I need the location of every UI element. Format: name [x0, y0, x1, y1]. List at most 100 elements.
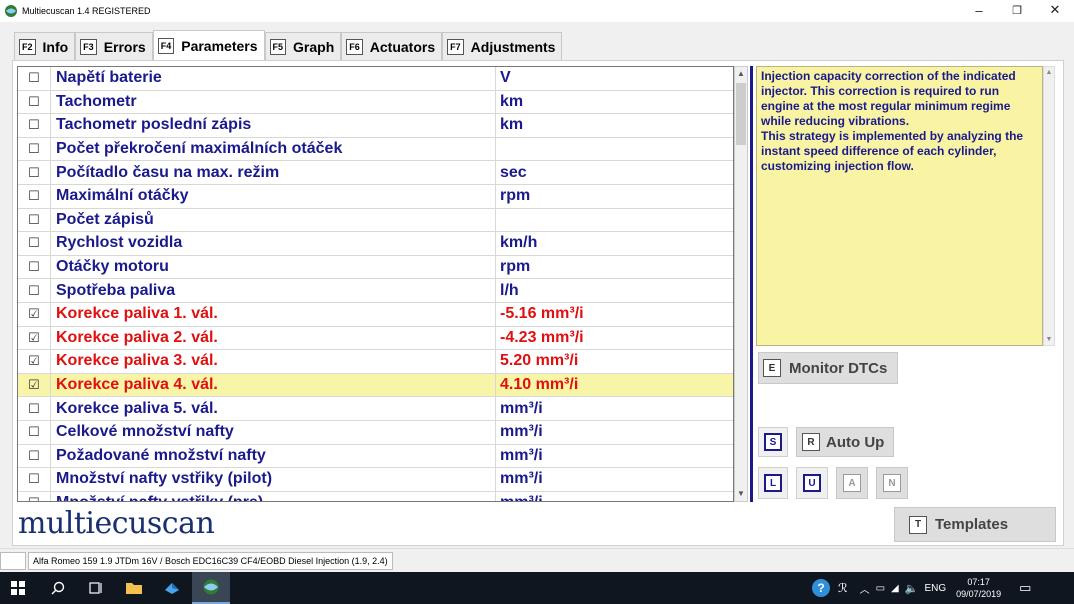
tab-label: Adjustments — [470, 38, 556, 55]
row-checkbox[interactable]: ☑ — [18, 350, 51, 373]
wifi-icon[interactable]: ◢ — [891, 583, 899, 594]
button-label: Templates — [935, 516, 1009, 533]
table-row[interactable]: ☑ Korekce paliva 1. vál. -5.16 mm³/i — [18, 302, 733, 327]
button-label: Auto Up — [826, 433, 885, 451]
hotkey-badge: N — [883, 474, 901, 492]
table-row[interactable]: ☐ Korekce paliva 5. vál. mm³/i — [18, 397, 733, 421]
parameter-scrollbar[interactable]: ▲ ▼ — [734, 66, 748, 502]
tab-adjustments[interactable]: F7 Adjustments — [442, 32, 563, 60]
volume-icon[interactable]: 🔈 — [905, 582, 919, 595]
row-checkbox[interactable]: ☑ — [18, 302, 51, 326]
tab-label: Actuators — [369, 38, 436, 55]
row-checkbox[interactable]: ☐ — [18, 114, 51, 137]
parameter-name: Korekce paliva 2. vál. — [51, 326, 496, 350]
table-row[interactable]: ☐ Počítadlo času na max. režim sec — [18, 161, 733, 185]
tab-graph[interactable]: F5 Graph — [264, 32, 342, 60]
parameter-name: Množství nafty vstřiky (pilot) — [51, 468, 496, 491]
table-row[interactable]: ☐ Spotřeba paliva l/h — [18, 279, 733, 303]
restore-button[interactable]: ❐ — [998, 0, 1036, 20]
table-row[interactable]: ☑ Korekce paliva 3. vál. 5.20 mm³/i — [18, 350, 733, 374]
table-row[interactable]: ☐ Množství nafty vstřiky (pilot) mm³/i — [18, 468, 733, 492]
people-icon[interactable]: ℛ — [838, 581, 848, 595]
windows-start-icon[interactable] — [0, 572, 36, 604]
parameter-value: mm³/i — [500, 446, 543, 464]
row-checkbox[interactable]: ☐ — [18, 208, 51, 232]
templates-button[interactable]: T Templates — [894, 507, 1056, 542]
notification-icon[interactable]: ▭ — [1019, 580, 1031, 596]
table-row[interactable]: ☐ Tachometr poslední zápis km — [18, 114, 733, 138]
row-checkbox[interactable]: ☐ — [18, 67, 51, 90]
table-row[interactable]: ☑ Korekce paliva 2. vál. -4.23 mm³/i — [18, 326, 733, 351]
n-button[interactable]: N — [876, 467, 908, 499]
multiecuscan-taskbar-icon[interactable] — [192, 572, 230, 604]
clock-date: 09/07/2019 — [956, 589, 1002, 599]
parameter-value: rpm — [500, 187, 531, 205]
row-checkbox[interactable]: ☐ — [18, 468, 51, 491]
scroll-up-icon[interactable]: ▲ — [735, 67, 747, 81]
table-row[interactable]: ☐ Počet zápisů — [18, 208, 733, 233]
row-checkbox[interactable]: ☐ — [18, 232, 51, 255]
table-row[interactable]: ☐Množství nafty vstřiky (pre)mm³/i — [18, 491, 733, 501]
hotkey-badge: U — [803, 474, 821, 492]
app-shortcut-icon[interactable] — [154, 572, 190, 604]
row-checkbox[interactable]: ☐ — [18, 420, 51, 444]
row-checkbox[interactable]: ☐ — [18, 255, 51, 279]
l-button[interactable]: L — [758, 467, 788, 499]
hotkey-badge: T — [909, 515, 927, 534]
clock[interactable]: 07:17 09/07/2019 — [956, 576, 1001, 600]
row-checkbox[interactable]: ☐ — [18, 90, 51, 114]
a-button[interactable]: A — [836, 467, 868, 499]
chevron-up-icon[interactable]: ︿ — [860, 581, 870, 596]
scroll-down-icon[interactable]: ▼ — [1044, 336, 1054, 343]
vehicle-info: Alfa Romeo 159 1.9 JTDm 16V / Bosch EDC1… — [28, 552, 393, 570]
help-icon[interactable]: ? — [812, 579, 830, 597]
parameter-name: Počet překročení maximálních otáček — [51, 137, 496, 161]
table-row[interactable]: ☐ Napětí baterie V — [18, 67, 733, 91]
row-checkbox[interactable]: ☐ — [18, 397, 51, 420]
parameter-value: rpm — [500, 258, 531, 276]
task-view-icon[interactable] — [78, 572, 114, 604]
row-checkbox[interactable]: ☑ — [18, 373, 51, 397]
scroll-up-icon[interactable]: ▲ — [1044, 69, 1054, 76]
app-logo-icon — [5, 5, 17, 17]
row-checkbox[interactable]: ☑ — [18, 326, 51, 350]
parameter-name: Korekce paliva 3. vál. — [51, 350, 496, 373]
scroll-thumb[interactable] — [736, 83, 746, 145]
minimize-button[interactable]: – — [960, 0, 998, 20]
tab-info[interactable]: F2 Info — [14, 32, 76, 60]
button-label: Monitor DTCs — [789, 359, 888, 377]
row-checkbox[interactable]: ☐ — [18, 491, 51, 501]
scroll-down-icon[interactable]: ▼ — [735, 487, 747, 501]
table-row[interactable]: ☐ Celkové množství nafty mm³/i — [18, 420, 733, 445]
hotkey-badge: L — [764, 474, 782, 492]
parameter-name: Tachometr poslední zápis — [51, 114, 496, 137]
tab-errors[interactable]: F3 Errors — [75, 32, 153, 60]
search-icon[interactable] — [40, 572, 76, 604]
description-scrollbar[interactable]: ▲ ▼ — [1043, 66, 1055, 346]
row-checkbox[interactable]: ☐ — [18, 444, 51, 468]
language-indicator[interactable]: ENG — [924, 583, 946, 594]
battery-icon[interactable]: ▭ — [876, 583, 885, 594]
parameter-value: mm³/i — [500, 423, 543, 441]
splitter[interactable] — [750, 66, 753, 502]
close-button[interactable]: ✕ — [1036, 0, 1074, 20]
tab-actuators[interactable]: F6 Actuators — [341, 32, 443, 60]
table-row[interactable]: ☐ Požadované množství nafty mm³/i — [18, 444, 733, 469]
row-checkbox[interactable]: ☐ — [18, 279, 51, 302]
tab-parameters[interactable]: F4 Parameters — [152, 30, 265, 60]
auto-up-button[interactable]: R Auto Up — [796, 427, 894, 457]
u-button[interactable]: U — [796, 467, 828, 499]
monitor-dtcs-button[interactable]: E Monitor DTCs — [758, 352, 898, 384]
row-checkbox[interactable]: ☐ — [18, 137, 51, 161]
s-button[interactable]: S — [758, 427, 788, 457]
window-title: Multiecuscan 1.4 REGISTERED — [22, 6, 151, 16]
table-row[interactable]: ☐ Počet překročení maximálních otáček — [18, 137, 733, 162]
table-row[interactable]: ☐ Maximální otáčky rpm — [18, 184, 733, 209]
row-checkbox[interactable]: ☐ — [18, 184, 51, 208]
table-row[interactable]: ☑ Korekce paliva 4. vál. 4.10 mm³/i — [18, 373, 733, 398]
row-checkbox[interactable]: ☐ — [18, 161, 51, 184]
table-row[interactable]: ☐ Rychlost vozidla km/h — [18, 232, 733, 256]
file-explorer-icon[interactable] — [116, 572, 152, 604]
table-row[interactable]: ☐ Tachometr km — [18, 90, 733, 115]
table-row[interactable]: ☐ Otáčky motoru rpm — [18, 255, 733, 280]
